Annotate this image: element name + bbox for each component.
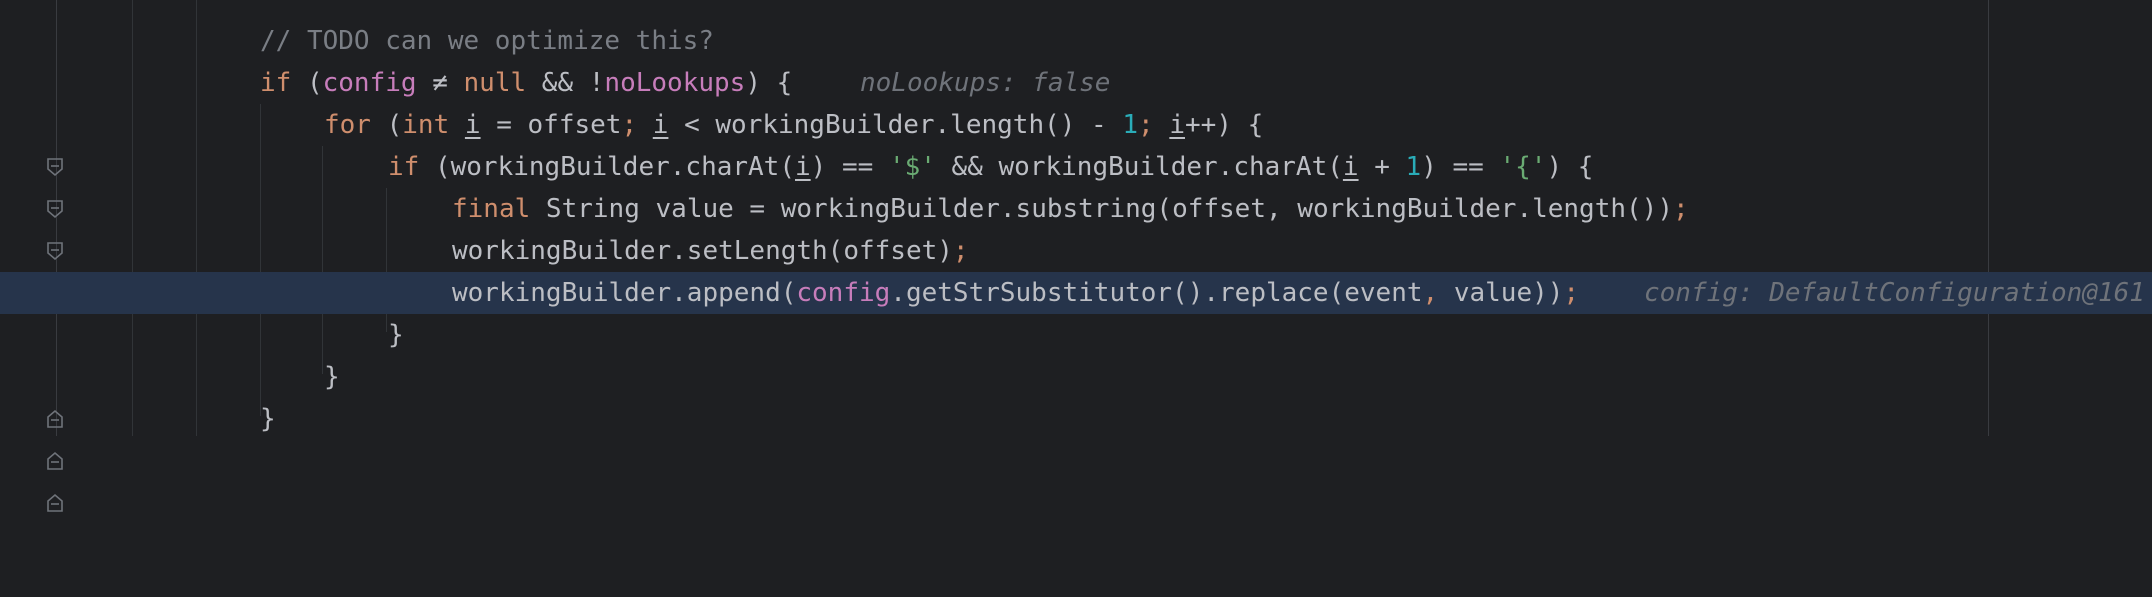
fold-close-icon[interactable] bbox=[46, 367, 64, 470]
code-line-9[interactable]: } bbox=[0, 356, 2152, 470]
closing-brace: } bbox=[388, 320, 404, 350]
code-line-5[interactable]: final String value = workingBuilder.subs… bbox=[0, 188, 2152, 230]
code-line-8[interactable]: } bbox=[0, 314, 2152, 428]
inner-if-statement: if (workingBuilder.charAt(i) == '$' && w… bbox=[388, 152, 1594, 182]
code-editor[interactable]: // TODO can we optimize this? if (config… bbox=[0, 0, 2152, 512]
code-line-4[interactable]: if (workingBuilder.charAt(i) == '$' && w… bbox=[0, 146, 2152, 261]
code-line-10[interactable]: } bbox=[0, 398, 2152, 512]
code-line-7-current[interactable]: workingBuilder.append(config.getStrSubst… bbox=[0, 272, 2152, 314]
todo-comment: // TODO can we optimize this? bbox=[260, 26, 714, 56]
if-statement: if (config ≠ null && !noLookups) { bbox=[260, 68, 793, 98]
fold-close-icon[interactable] bbox=[46, 325, 64, 428]
fold-open-icon[interactable] bbox=[46, 73, 64, 177]
for-statement: for (int i = offset; i < workingBuilder.… bbox=[324, 110, 1264, 140]
append-call: workingBuilder.append(config.getStrSubst… bbox=[452, 278, 1580, 308]
fold-open-icon[interactable] bbox=[46, 157, 64, 261]
final-declaration: final String value = workingBuilder.subs… bbox=[452, 194, 1689, 224]
closing-brace: } bbox=[324, 362, 340, 392]
code-line-6[interactable]: workingBuilder.setLength(offset); bbox=[0, 230, 2152, 272]
code-line-3[interactable]: for (int i = offset; i < workingBuilder.… bbox=[0, 104, 2152, 219]
inline-value-hint: noLookups: false bbox=[860, 68, 1111, 98]
set-length-call: workingBuilder.setLength(offset); bbox=[452, 236, 969, 266]
code-line-2[interactable]: if (config ≠ null && !noLookups) { noLoo… bbox=[0, 62, 2152, 177]
inline-value-hint: config: DefaultConfiguration@161 bbox=[1644, 278, 2145, 308]
code-line-1[interactable]: // TODO can we optimize this? bbox=[0, 20, 2152, 62]
closing-brace: } bbox=[260, 404, 276, 434]
fold-open-icon[interactable] bbox=[46, 115, 64, 219]
fold-close-icon[interactable] bbox=[46, 409, 64, 512]
